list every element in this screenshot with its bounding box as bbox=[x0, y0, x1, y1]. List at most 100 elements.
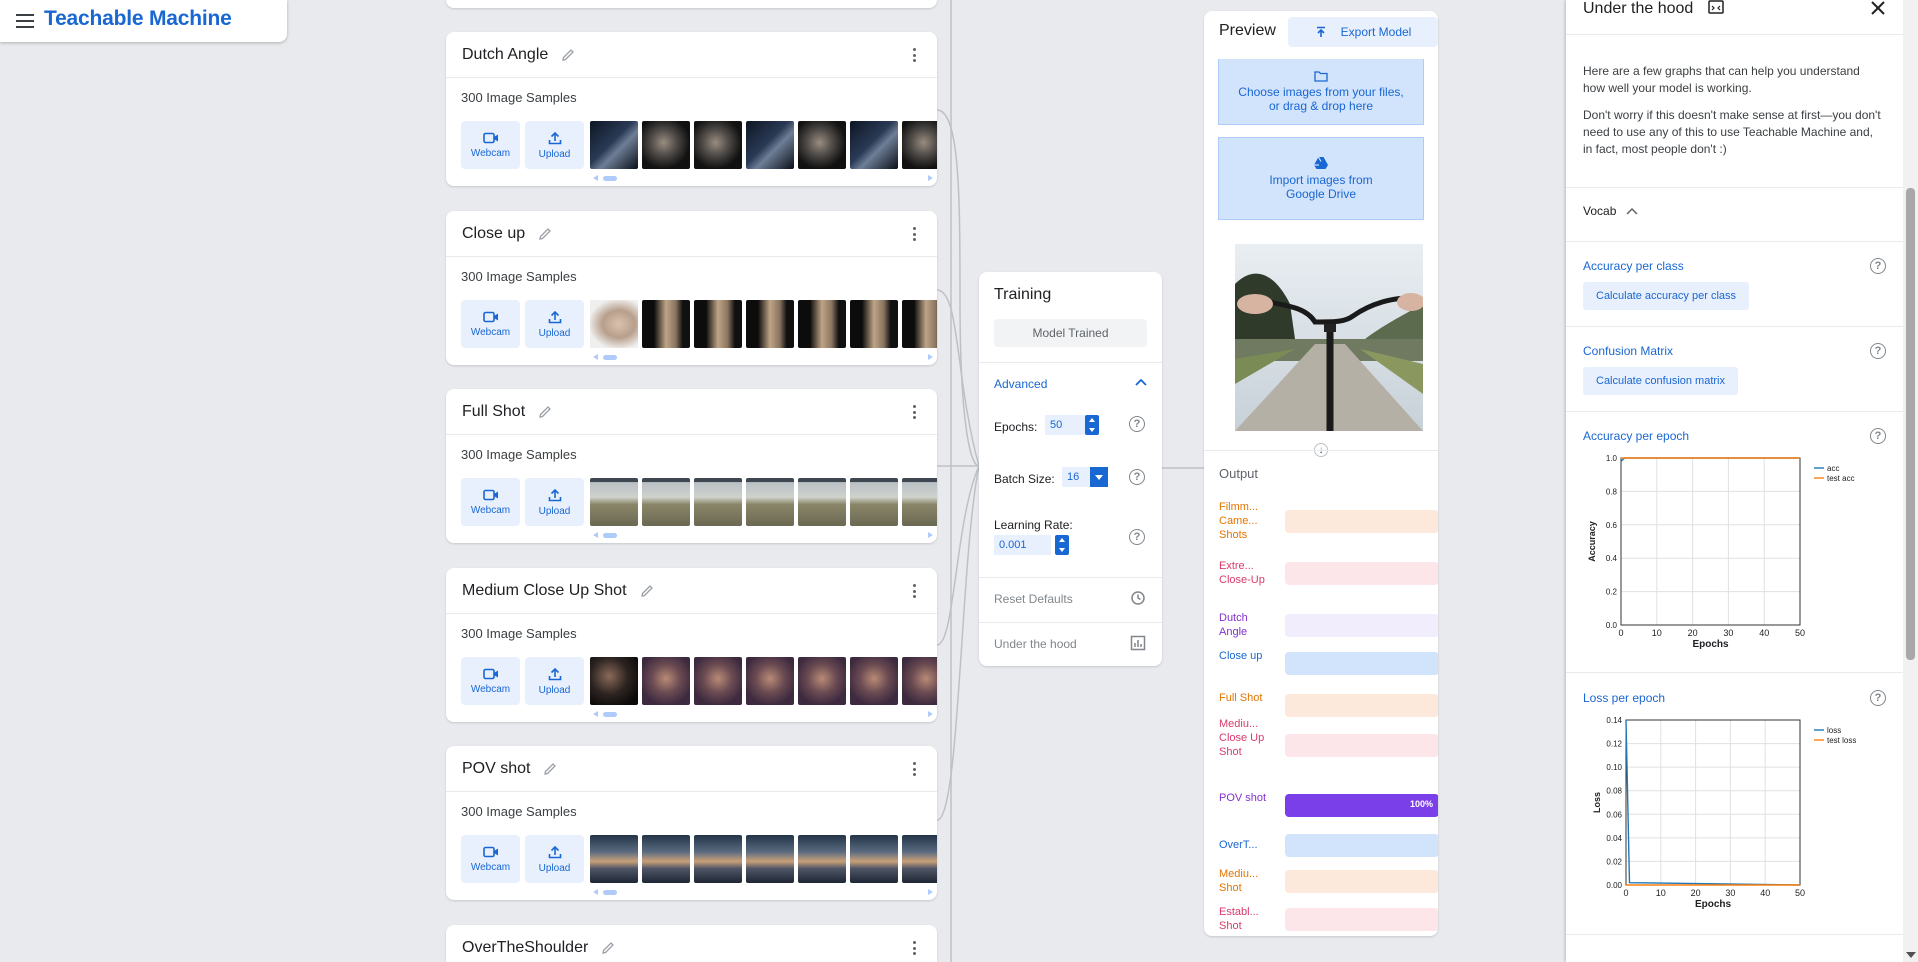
learning-rate-help-icon[interactable]: ? bbox=[1129, 529, 1145, 545]
calculate-accuracy-button[interactable]: Calculate accuracy per class bbox=[1583, 282, 1750, 310]
reset-defaults-button[interactable]: Reset Defaults bbox=[994, 592, 1073, 606]
loss-per-epoch-help-icon[interactable]: ? bbox=[1870, 690, 1886, 706]
y-tick-label: 0.12 bbox=[1606, 740, 1622, 749]
legend-label: test loss bbox=[1827, 736, 1856, 745]
divider bbox=[1566, 241, 1903, 242]
accuracy-per-epoch-help-icon[interactable]: ? bbox=[1870, 428, 1886, 444]
epochs-input[interactable]: 50 bbox=[1045, 415, 1085, 435]
legend-label: test acc bbox=[1827, 474, 1855, 483]
y-tick-label: 0.14 bbox=[1606, 716, 1622, 725]
y-tick-label: 0.8 bbox=[1606, 487, 1618, 496]
export-model-button[interactable]: Export Model bbox=[1288, 17, 1438, 47]
output-label: Extre... Close-Up bbox=[1219, 560, 1265, 586]
chart-icon[interactable] bbox=[1130, 635, 1146, 651]
export-model-label: Export Model bbox=[1340, 25, 1412, 39]
epochs-stepper[interactable] bbox=[1085, 415, 1099, 435]
x-tick-label: 50 bbox=[1795, 888, 1805, 898]
choose-files-label: Choose images from your files, or drag &… bbox=[1238, 85, 1404, 113]
y-tick-label: 0.04 bbox=[1606, 834, 1622, 843]
plot-frame bbox=[1620, 457, 1801, 626]
x-tick-label: 40 bbox=[1759, 628, 1769, 638]
google-drive-icon bbox=[1314, 156, 1328, 169]
close-icon[interactable] bbox=[1870, 0, 1886, 16]
divider bbox=[1566, 34, 1903, 35]
accuracy-per-class-help-icon[interactable]: ? bbox=[1870, 258, 1886, 274]
accuracy-chart: 0 10 20 30 40 50 0.0 0.2 0.4 0.6 0.8 1.0 Epochs Accur… bbox=[1587, 454, 1855, 650]
learning-rate-label: Learning Rate: bbox=[994, 518, 1073, 532]
divider bbox=[1566, 672, 1903, 673]
output-label: Close up bbox=[1219, 650, 1263, 662]
output-label: Filmm... Came... Shots bbox=[1219, 501, 1259, 541]
output-confidence-bar: 100% bbox=[1285, 794, 1438, 817]
legend-label: acc bbox=[1827, 464, 1839, 473]
vocab-toggle[interactable]: Vocab bbox=[1583, 204, 1638, 218]
x-tick-label: 40 bbox=[1760, 888, 1770, 898]
x-tick-label: 30 bbox=[1725, 888, 1735, 898]
chevron-up-icon bbox=[1626, 207, 1638, 215]
x-tick-label: 50 bbox=[1795, 628, 1805, 638]
output-confidence-bar bbox=[1285, 908, 1438, 931]
y-tick-label: 0.0 bbox=[1606, 621, 1618, 630]
confidence-percent: 100% bbox=[1409, 799, 1433, 809]
import-drive-button[interactable]: Import images from Google Drive bbox=[1218, 137, 1424, 220]
epochs-help-icon[interactable]: ? bbox=[1129, 416, 1145, 432]
history-icon[interactable] bbox=[1130, 590, 1146, 606]
confusion-matrix-help-icon[interactable]: ? bbox=[1870, 343, 1886, 359]
x-tick-label: 10 bbox=[1652, 628, 1662, 638]
y-tick-label: 0.6 bbox=[1606, 521, 1618, 530]
output-label: POV shot bbox=[1219, 792, 1267, 804]
epochs-label: Epochs: bbox=[994, 420, 1038, 434]
accuracy-per-epoch-title: Accuracy per epoch bbox=[1583, 429, 1690, 443]
folder-icon bbox=[1314, 71, 1328, 82]
hood-intro-2: Don't worry if this doesn't make sense a… bbox=[1583, 108, 1881, 156]
divider bbox=[1566, 411, 1903, 412]
expand-icon[interactable] bbox=[1708, 0, 1724, 14]
preview-panel: Preview Export Model Choose images from … bbox=[1204, 11, 1438, 936]
x-tick-label: 0 bbox=[1618, 628, 1623, 638]
output-label: Mediu... Shot bbox=[1219, 868, 1259, 894]
output-label: Full Shot bbox=[1219, 692, 1263, 704]
output-title: Output bbox=[1219, 466, 1259, 481]
page-scrollbar[interactable] bbox=[1903, 0, 1918, 962]
output-confidence-bar bbox=[1285, 694, 1438, 717]
legend-label: loss bbox=[1827, 726, 1841, 735]
under-the-hood-button[interactable]: Under the hood bbox=[994, 637, 1077, 651]
output-confidence-bar bbox=[1285, 734, 1438, 757]
chevron-up-icon[interactable] bbox=[1135, 378, 1147, 386]
divider bbox=[1566, 934, 1903, 935]
divider bbox=[1566, 187, 1903, 188]
y-tick-label: 0.00 bbox=[1606, 881, 1622, 890]
training-title: Training bbox=[994, 286, 1052, 303]
divider bbox=[1204, 450, 1438, 451]
hood-intro-1: Here are a few graphs that can help you … bbox=[1583, 64, 1860, 95]
x-axis-label: Epochs bbox=[1695, 899, 1732, 910]
model-trained-button[interactable]: Model Trained bbox=[994, 319, 1147, 347]
y-tick-label: 0.02 bbox=[1606, 857, 1622, 866]
loss-per-epoch-title: Loss per epoch bbox=[1583, 691, 1666, 705]
y-tick-label: 0.4 bbox=[1606, 554, 1618, 563]
divider bbox=[1566, 326, 1903, 327]
series-line-loss bbox=[1625, 719, 1801, 886]
plot-frame bbox=[1625, 719, 1801, 886]
x-tick-label: 30 bbox=[1723, 628, 1733, 638]
divider bbox=[979, 362, 1162, 363]
choose-files-dropzone[interactable]: Choose images from your files, or drag &… bbox=[1218, 59, 1424, 125]
import-drive-label: Import images from Google Drive bbox=[1269, 173, 1373, 201]
advanced-toggle[interactable]: Advanced bbox=[994, 377, 1047, 391]
learning-rate-stepper[interactable] bbox=[1055, 535, 1069, 555]
batch-size-help-icon[interactable]: ? bbox=[1129, 469, 1145, 485]
scroll-down-icon[interactable] bbox=[1906, 952, 1916, 958]
y-axis-label: Accuracy bbox=[1587, 521, 1597, 562]
divider bbox=[979, 622, 1162, 623]
learning-rate-input[interactable]: 0.001 bbox=[994, 535, 1051, 555]
output-label: Mediu... Close Up Shot bbox=[1219, 718, 1265, 758]
batch-size-select[interactable]: 16 bbox=[1062, 467, 1090, 487]
accuracy-per-class-title: Accuracy per class bbox=[1583, 259, 1684, 273]
x-tick-label: 20 bbox=[1691, 888, 1701, 898]
divider bbox=[979, 577, 1162, 578]
calculate-confusion-button[interactable]: Calculate confusion matrix bbox=[1583, 367, 1739, 395]
scrollbar-handle[interactable] bbox=[1906, 188, 1915, 660]
y-tick-label: 0.2 bbox=[1606, 588, 1618, 597]
chevron-down-icon[interactable] bbox=[1090, 467, 1108, 487]
output-confidence-bar bbox=[1285, 510, 1438, 533]
